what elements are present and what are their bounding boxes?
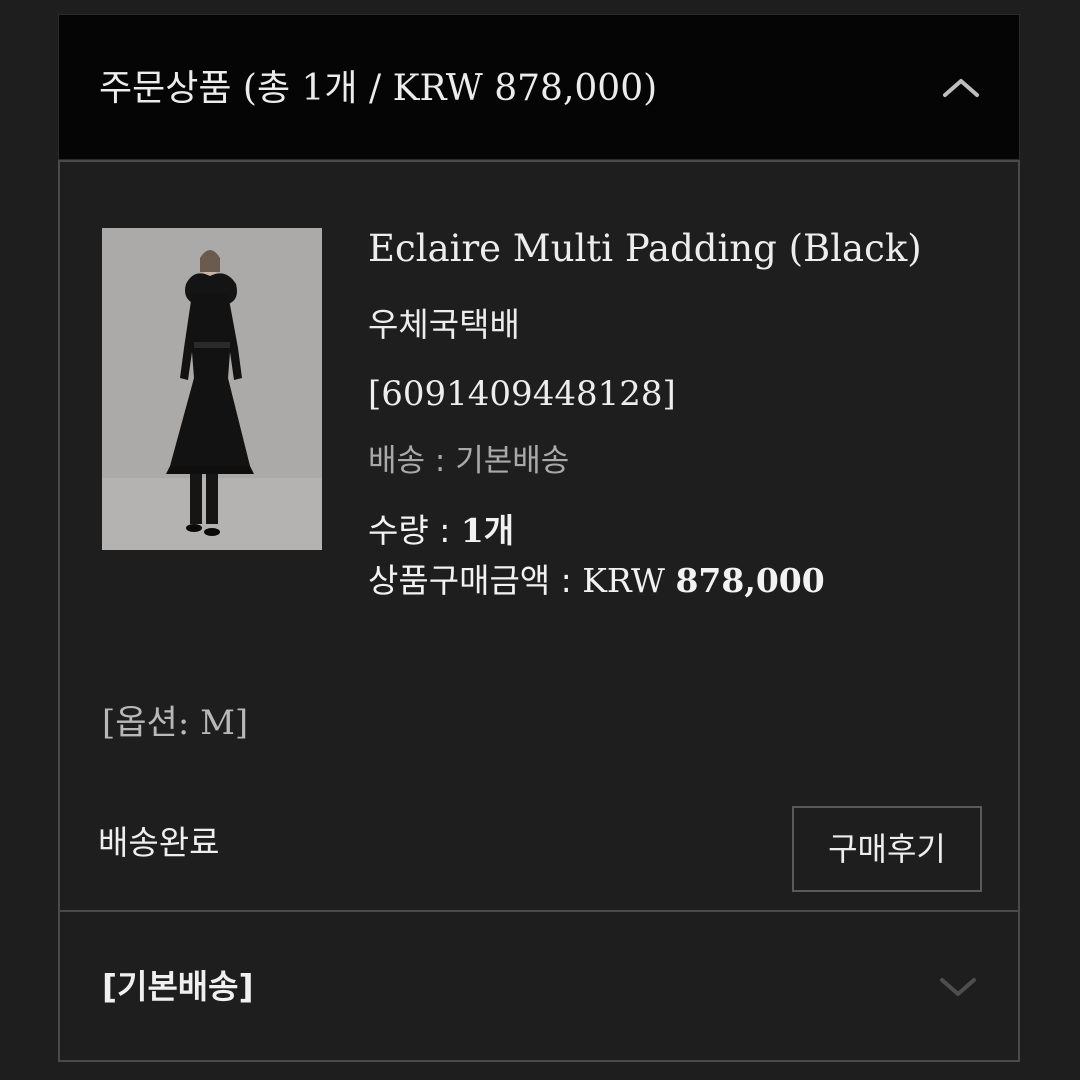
delivery-carrier: 우체국택배 bbox=[368, 305, 520, 344]
order-items-title: 주문상품 (총 1개 / KRW 878,000) bbox=[99, 68, 658, 109]
shipping-type: 배송 : 기본배송 bbox=[368, 443, 570, 479]
chevron-up-icon[interactable] bbox=[941, 75, 981, 99]
order-items-panel: 주문상품 (총 1개 / KRW 878,000) Eclaire Multi … bbox=[58, 14, 1020, 1062]
product-option: [옵션: M] bbox=[102, 703, 249, 743]
tracking-number[interactable]: [6091409448128] bbox=[368, 372, 676, 416]
shipping-section-title: [기본배송] bbox=[102, 967, 254, 1006]
amount-currency: KRW bbox=[582, 561, 676, 600]
product-image[interactable] bbox=[102, 228, 322, 550]
order-item-card: Eclaire Multi Padding (Black) 우체국택배 [609… bbox=[58, 160, 1020, 912]
chevron-down-icon[interactable] bbox=[938, 974, 978, 998]
order-items-header[interactable]: 주문상품 (총 1개 / KRW 878,000) bbox=[58, 14, 1020, 160]
purchase-amount: 상품구매금액 : KRW 878,000 bbox=[368, 560, 825, 602]
shipping-section-header[interactable]: [기본배송] bbox=[58, 910, 1020, 1062]
amount-label: 상품구매금액 : bbox=[368, 561, 583, 600]
quantity: 수량 : 1개 bbox=[368, 510, 514, 552]
quantity-label: 수량 : bbox=[368, 511, 461, 550]
amount-value: 878,000 bbox=[675, 561, 825, 600]
product-name[interactable]: Eclaire Multi Padding (Black) bbox=[368, 226, 922, 272]
delivery-status: 배송완료 bbox=[98, 823, 220, 862]
quantity-value: 1개 bbox=[460, 511, 515, 550]
write-review-button[interactable]: 구매후기 bbox=[792, 806, 982, 892]
